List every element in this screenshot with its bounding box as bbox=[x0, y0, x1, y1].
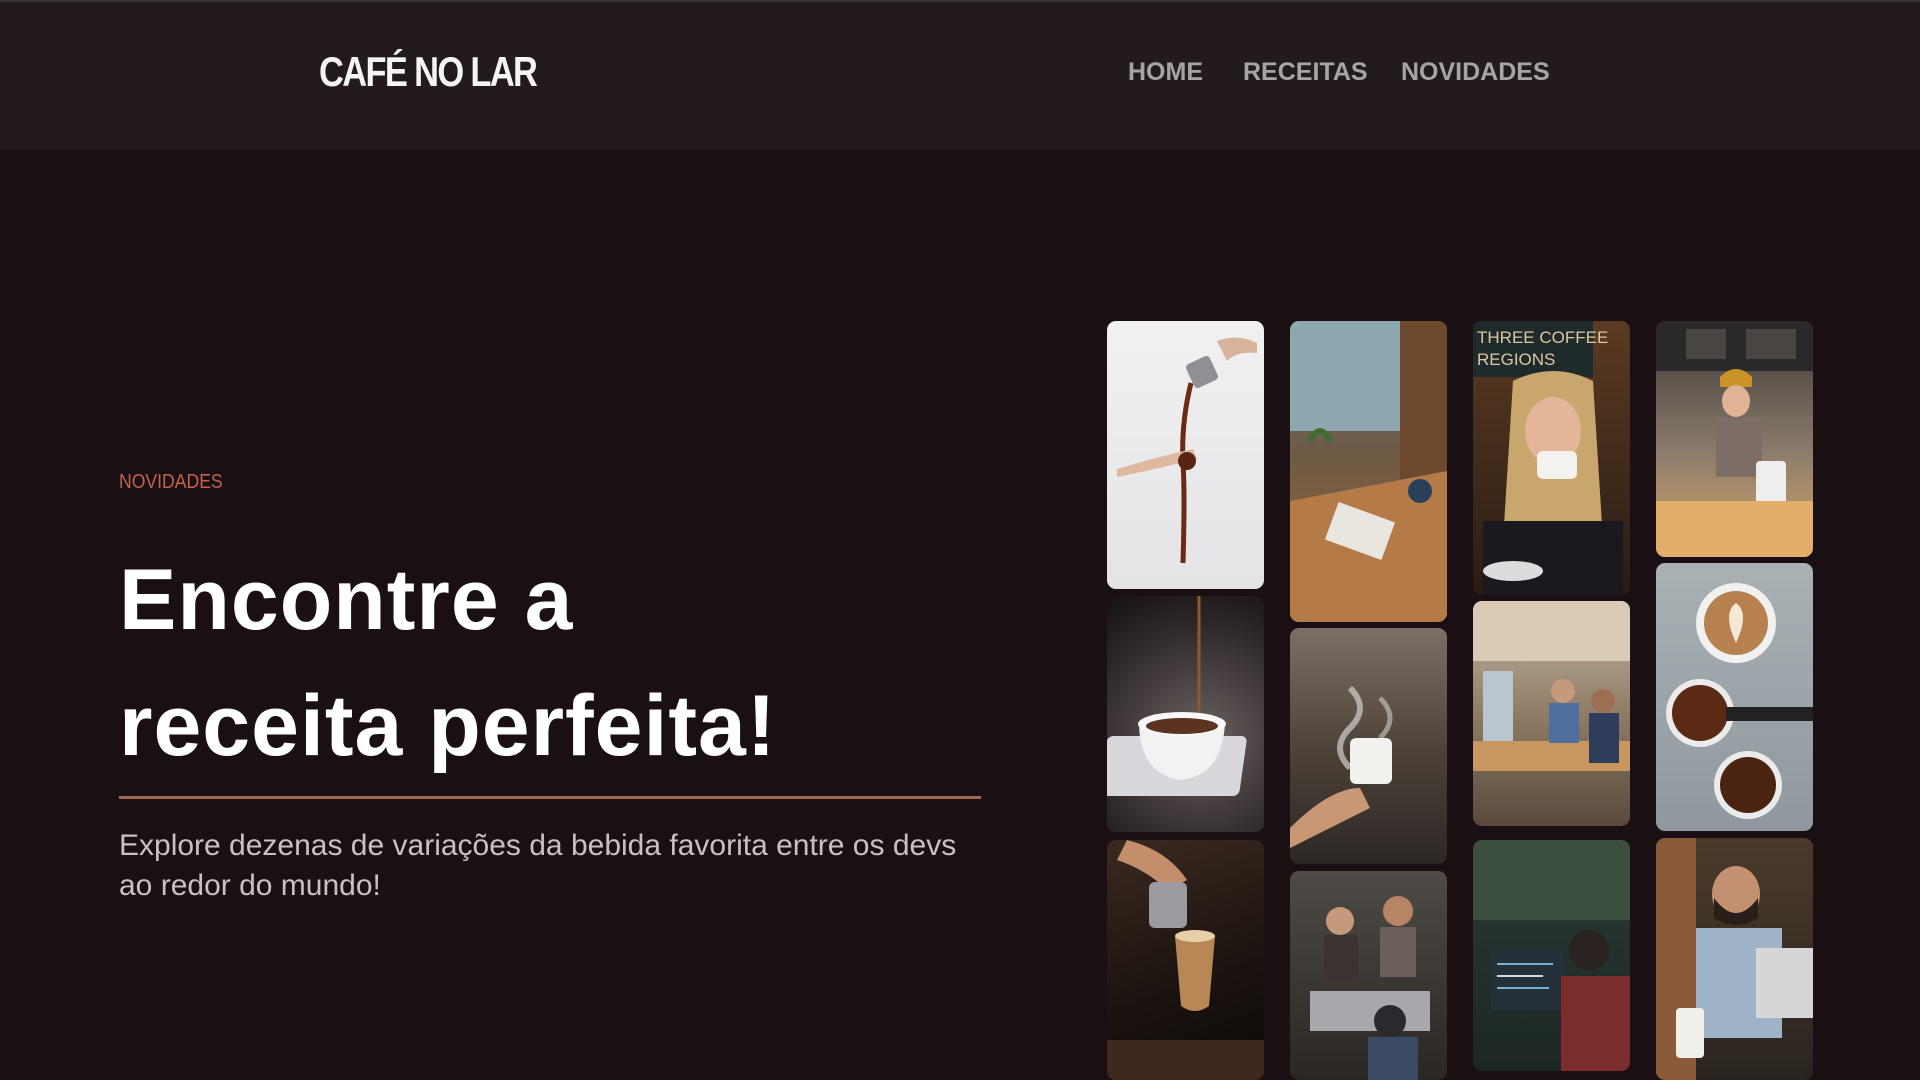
espresso-drip-cup-photo bbox=[1107, 596, 1264, 832]
nav-home-link[interactable]: HOME bbox=[1128, 58, 1203, 87]
nav-novidades-link[interactable]: NOVIDADES bbox=[1401, 58, 1550, 87]
nav-receitas-link[interactable]: RECEITAS bbox=[1243, 58, 1368, 87]
hero-title-line-1: Encontre a bbox=[119, 552, 574, 648]
woman-drinking-illustration: THREE COFFEE REGIONS bbox=[1473, 321, 1623, 595]
svg-text:THREE COFFEE: THREE COFFEE bbox=[1477, 328, 1608, 347]
hero-eyebrow: NOVIDADES bbox=[119, 471, 223, 493]
man-laptop-illustration bbox=[1656, 838, 1813, 1080]
office-meeting-illustration bbox=[1473, 601, 1630, 771]
pour-over-illustration bbox=[1117, 337, 1257, 564]
baristas-illustration bbox=[1310, 896, 1430, 1080]
steaming-mug-illustration bbox=[1290, 685, 1393, 848]
cafe-window-table-photo bbox=[1290, 321, 1447, 622]
hero-section: NOVIDADES Encontre a receita perfeita! E… bbox=[119, 0, 1019, 1080]
latte-art-beans-photo bbox=[1656, 563, 1813, 831]
hero-description: Explore dezenas de variações da bebida f… bbox=[119, 829, 957, 902]
espresso-cup-illustration bbox=[1107, 596, 1247, 796]
woman-drinking-coffee-photo: THREE COFFEE REGIONS bbox=[1473, 321, 1630, 595]
latte-pouring-photo bbox=[1107, 840, 1264, 1080]
hero-title: Encontre a receita perfeita! bbox=[119, 537, 999, 789]
svg-text:REGIONS: REGIONS bbox=[1477, 350, 1555, 369]
barista-counter-illustration bbox=[1656, 321, 1813, 557]
latte-art-illustration bbox=[1666, 583, 1813, 819]
baristas-working-photo bbox=[1290, 871, 1447, 1080]
developers-illustration bbox=[1473, 840, 1630, 1071]
hero-title-line-2: receita perfeita! bbox=[119, 678, 777, 774]
latte-pouring-illustration bbox=[1107, 840, 1264, 1080]
cafe-table-illustration bbox=[1290, 321, 1447, 622]
barista-at-counter-photo bbox=[1656, 321, 1813, 557]
office-meeting-photo bbox=[1473, 601, 1630, 826]
steaming-mug-photo bbox=[1290, 628, 1447, 864]
pour-over-photo bbox=[1107, 321, 1264, 589]
developers-coding-photo bbox=[1473, 840, 1630, 1071]
hero-divider bbox=[119, 796, 981, 799]
man-laptop-coffee-photo bbox=[1656, 838, 1813, 1080]
